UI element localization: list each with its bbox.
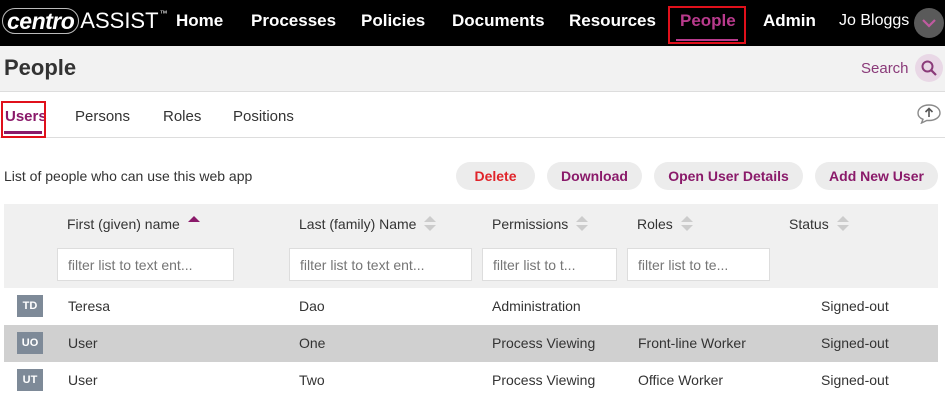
column-header-label: Permissions [492, 216, 569, 232]
chevron-down-icon [922, 18, 936, 28]
column-header-label: Roles [637, 216, 673, 232]
filter-first-name-input[interactable] [57, 248, 234, 281]
column-header-label: First (given) name [67, 216, 180, 232]
cell-permissions: Process Viewing [492, 335, 596, 351]
nav-item-policies[interactable]: Policies [361, 0, 425, 46]
cell-first-name: User [68, 372, 98, 388]
add-new-user-button[interactable]: Add New User [815, 162, 938, 190]
table-header: First (given) name Last (family) Name Pe… [4, 204, 938, 288]
cell-roles: Front-line Worker [638, 335, 746, 351]
logo-secondary: ASSIST [80, 8, 159, 33]
nav-item-documents[interactable]: Documents [452, 0, 545, 46]
nav-item-processes[interactable]: Processes [251, 0, 336, 46]
user-initials-avatar: UO [17, 332, 43, 354]
column-header-last-name[interactable]: Last (family) Name [299, 215, 437, 233]
cell-permissions: Administration [492, 298, 581, 314]
sort-ascending-icon [187, 215, 200, 233]
cell-status: Signed-out [821, 335, 889, 351]
column-header-roles[interactable]: Roles [637, 215, 693, 233]
people-tabs: Users Persons Roles Positions [0, 92, 945, 138]
sort-icon [836, 215, 849, 233]
tab-positions[interactable]: Positions [233, 108, 294, 125]
sort-icon [680, 215, 693, 233]
tab-roles[interactable]: Roles [163, 108, 201, 125]
user-initials-avatar: TD [17, 295, 43, 317]
tab-users-highlight-box [1, 101, 46, 138]
nav-item-resources[interactable]: Resources [569, 0, 656, 46]
cell-status: Signed-out [821, 372, 889, 388]
search-icon [921, 60, 937, 76]
user-name[interactable]: Jo Bloggs [839, 0, 909, 42]
user-initials-avatar: UT [17, 369, 43, 391]
filter-last-name-input[interactable] [289, 248, 472, 281]
search-link[interactable]: Search [861, 60, 909, 77]
table-row[interactable]: TD Teresa Dao Administration Signed-out [4, 288, 938, 325]
upload-icon[interactable] [917, 104, 941, 124]
column-header-status[interactable]: Status [789, 215, 849, 233]
logo-trademark: ™ [159, 8, 168, 18]
cell-status: Signed-out [821, 298, 889, 314]
page-header: People Search [0, 46, 945, 92]
table-row[interactable]: UT User Two Process Viewing Office Worke… [4, 362, 938, 399]
open-user-details-button[interactable]: Open User Details [654, 162, 803, 190]
filter-roles-input[interactable] [627, 248, 770, 281]
cell-last-name: Two [299, 372, 325, 388]
nav-item-admin[interactable]: Admin [763, 0, 816, 46]
user-menu-button[interactable] [914, 8, 944, 38]
sort-icon [424, 215, 437, 233]
nav-people-highlight-box [668, 6, 746, 44]
delete-button[interactable]: Delete [456, 162, 535, 190]
cell-first-name: Teresa [68, 298, 111, 314]
sort-icon [576, 215, 589, 233]
table-row[interactable]: UO User One Process Viewing Front-line W… [4, 325, 938, 362]
cell-permissions: Process Viewing [492, 372, 596, 388]
cell-first-name: User [68, 335, 98, 351]
cell-last-name: Dao [299, 298, 325, 314]
column-header-label: Last (family) Name [299, 216, 417, 232]
page-title: People [4, 55, 77, 80]
nav-item-home[interactable]: Home [176, 0, 223, 46]
top-nav-bar: centro ASSIST ™ Home Processes Policies … [0, 0, 945, 46]
tab-persons[interactable]: Persons [75, 108, 130, 125]
list-description: List of people who can use this web app [4, 168, 253, 184]
download-button[interactable]: Download [547, 162, 642, 190]
column-header-label: Status [789, 216, 829, 232]
cell-roles: Office Worker [638, 372, 724, 388]
column-header-permissions[interactable]: Permissions [492, 215, 589, 233]
centro-assist-logo[interactable]: centro ASSIST ™ [2, 6, 168, 36]
filter-permissions-input[interactable] [482, 248, 617, 281]
cell-last-name: One [299, 335, 326, 351]
search-button[interactable] [915, 54, 943, 82]
logo-primary: centro [2, 8, 80, 34]
column-header-first-name[interactable]: First (given) name [67, 215, 200, 233]
